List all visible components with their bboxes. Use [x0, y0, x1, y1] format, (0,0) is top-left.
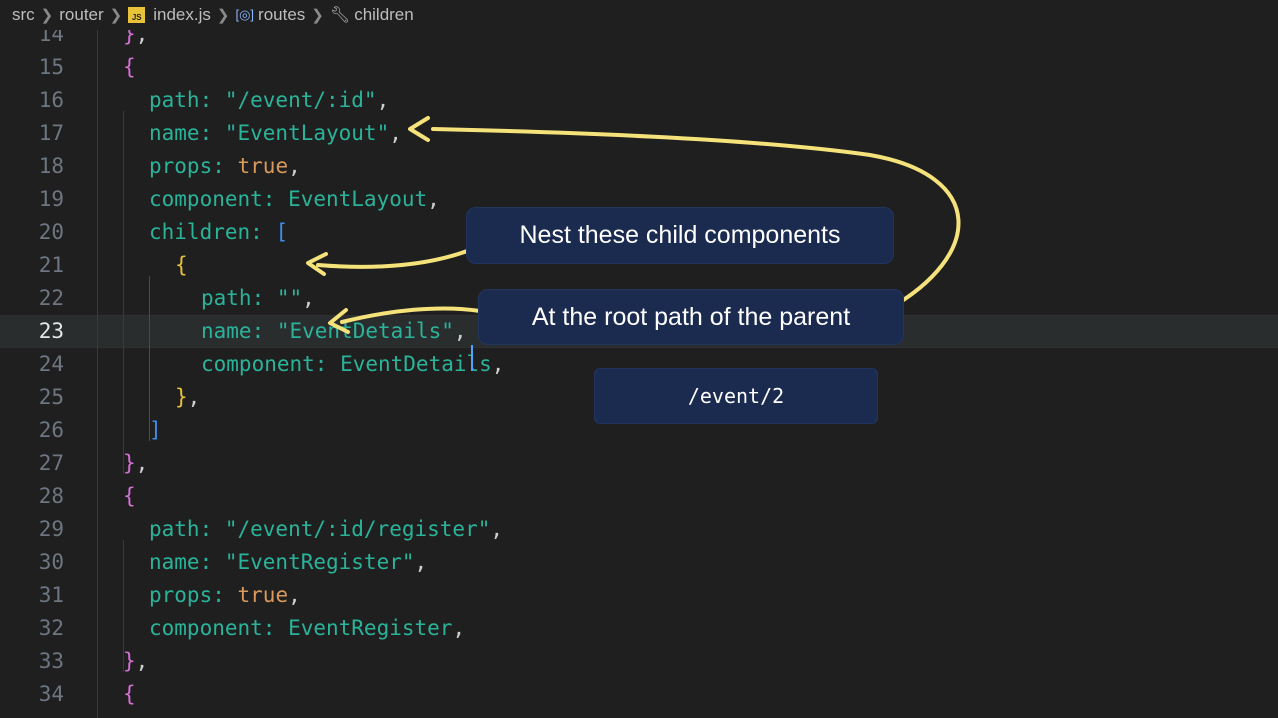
line-number: 30	[38, 550, 64, 574]
line-number: 26	[38, 418, 64, 442]
chevron-right-icon: ❯	[311, 7, 324, 24]
breadcrumb-label: children	[354, 5, 414, 24]
line-number: 34	[38, 682, 64, 706]
line-number: 19	[38, 187, 64, 211]
code-text: children: [	[149, 220, 289, 244]
code-text: name: "EventLayout",	[149, 121, 402, 145]
line-number: 31	[38, 583, 64, 607]
code-text: },	[175, 385, 201, 409]
indent-guide	[123, 540, 124, 672]
chevron-right-icon: ❯	[40, 7, 54, 24]
line-number: 16	[38, 88, 64, 112]
line-number: 25	[38, 385, 64, 409]
line-number: 22	[38, 286, 64, 310]
code-line[interactable]: 33},	[0, 645, 1278, 678]
indent-guide	[149, 276, 150, 441]
breadcrumb-item-routes[interactable]: [◎] routes	[235, 5, 305, 25]
breadcrumb-item-router[interactable]: router	[59, 5, 103, 25]
line-number: 15	[38, 55, 64, 79]
code-text: },	[123, 649, 149, 673]
line-number: 27	[38, 451, 64, 475]
line-number: 20	[38, 220, 64, 244]
chevron-right-icon: ❯	[216, 7, 230, 24]
code-text: path: "/event/:id/register",	[149, 517, 504, 541]
code-line[interactable]: 29 path: "/event/:id/register",	[0, 513, 1278, 546]
code-text: {	[175, 253, 188, 277]
breadcrumb-label: index.js	[153, 5, 211, 24]
code-text: {	[123, 55, 136, 79]
code-editor[interactable]: src ❯ router ❯ JS index.js ❯ [◎] routes …	[0, 0, 1278, 718]
callout-root-path: At the root path of the parent	[478, 289, 904, 345]
code-text: path: "/event/:id",	[149, 88, 390, 112]
breadcrumb-item-src[interactable]: src	[12, 5, 35, 25]
code-line[interactable]: 27},	[0, 447, 1278, 480]
breadcrumb: src ❯ router ❯ JS index.js ❯ [◎] routes …	[0, 0, 1278, 30]
code-line[interactable]: 18 props: true,	[0, 150, 1278, 183]
code-text: name: "EventDetails",	[201, 319, 467, 343]
line-number: 32	[38, 616, 64, 640]
breadcrumb-label: router	[59, 5, 104, 24]
line-number: 24	[38, 352, 64, 376]
code-text: path: "",	[201, 286, 315, 310]
line-number: 18	[38, 154, 64, 178]
line-number: 28	[38, 484, 64, 508]
code-text: props: true,	[149, 154, 301, 178]
breadcrumb-label: routes	[258, 5, 306, 24]
text-cursor	[471, 345, 473, 371]
breadcrumb-item-children[interactable]: 🔧︎ children	[330, 5, 414, 25]
code-line[interactable]: 15 {	[0, 51, 1278, 84]
indent-guide	[123, 111, 124, 474]
js-file-icon: JS	[128, 7, 146, 23]
callout-url-example: /event/2	[594, 368, 878, 424]
callout-text: At the root path of the parent	[531, 302, 851, 331]
callout-text: Nest these child components	[519, 221, 841, 249]
code-text: ]	[149, 418, 162, 442]
code-line[interactable]: 28 {	[0, 480, 1278, 513]
indent-guide	[97, 30, 98, 718]
code-line[interactable]: 34 {	[0, 678, 1278, 711]
code-text: component: EventLayout,	[149, 187, 440, 211]
code-text: },	[123, 451, 149, 475]
code-text: component: EventDetails,	[201, 352, 505, 376]
wrench-icon: 🔧︎	[329, 7, 351, 24]
variable-icon: [◎]	[235, 7, 255, 22]
line-number: 21	[38, 253, 64, 277]
callout-nest-children: Nest these child components	[466, 207, 894, 264]
code-text: props: true,	[149, 583, 301, 607]
line-number: 29	[38, 517, 64, 541]
code-line[interactable]: 30 name: "EventRegister",	[0, 546, 1278, 579]
chevron-right-icon: ❯	[109, 7, 123, 24]
code-text: component: EventRegister,	[149, 616, 466, 640]
code-text: name: "EventRegister",	[149, 550, 428, 574]
callout-text: /event/2	[687, 384, 785, 408]
code-text: {	[123, 682, 136, 706]
line-number: 23	[38, 319, 64, 343]
code-line[interactable]: 32 component: EventRegister,	[0, 612, 1278, 645]
code-line[interactable]: 16 path: "/event/:id",	[0, 84, 1278, 117]
line-number: 17	[38, 121, 64, 145]
breadcrumb-label: src	[12, 5, 35, 24]
breadcrumb-item-index-js[interactable]: JS index.js	[128, 5, 211, 25]
code-line[interactable]: 17 name: "EventLayout",	[0, 117, 1278, 150]
line-number: 33	[38, 649, 64, 673]
code-text: {	[123, 484, 136, 508]
code-line[interactable]: 31 props: true,	[0, 579, 1278, 612]
